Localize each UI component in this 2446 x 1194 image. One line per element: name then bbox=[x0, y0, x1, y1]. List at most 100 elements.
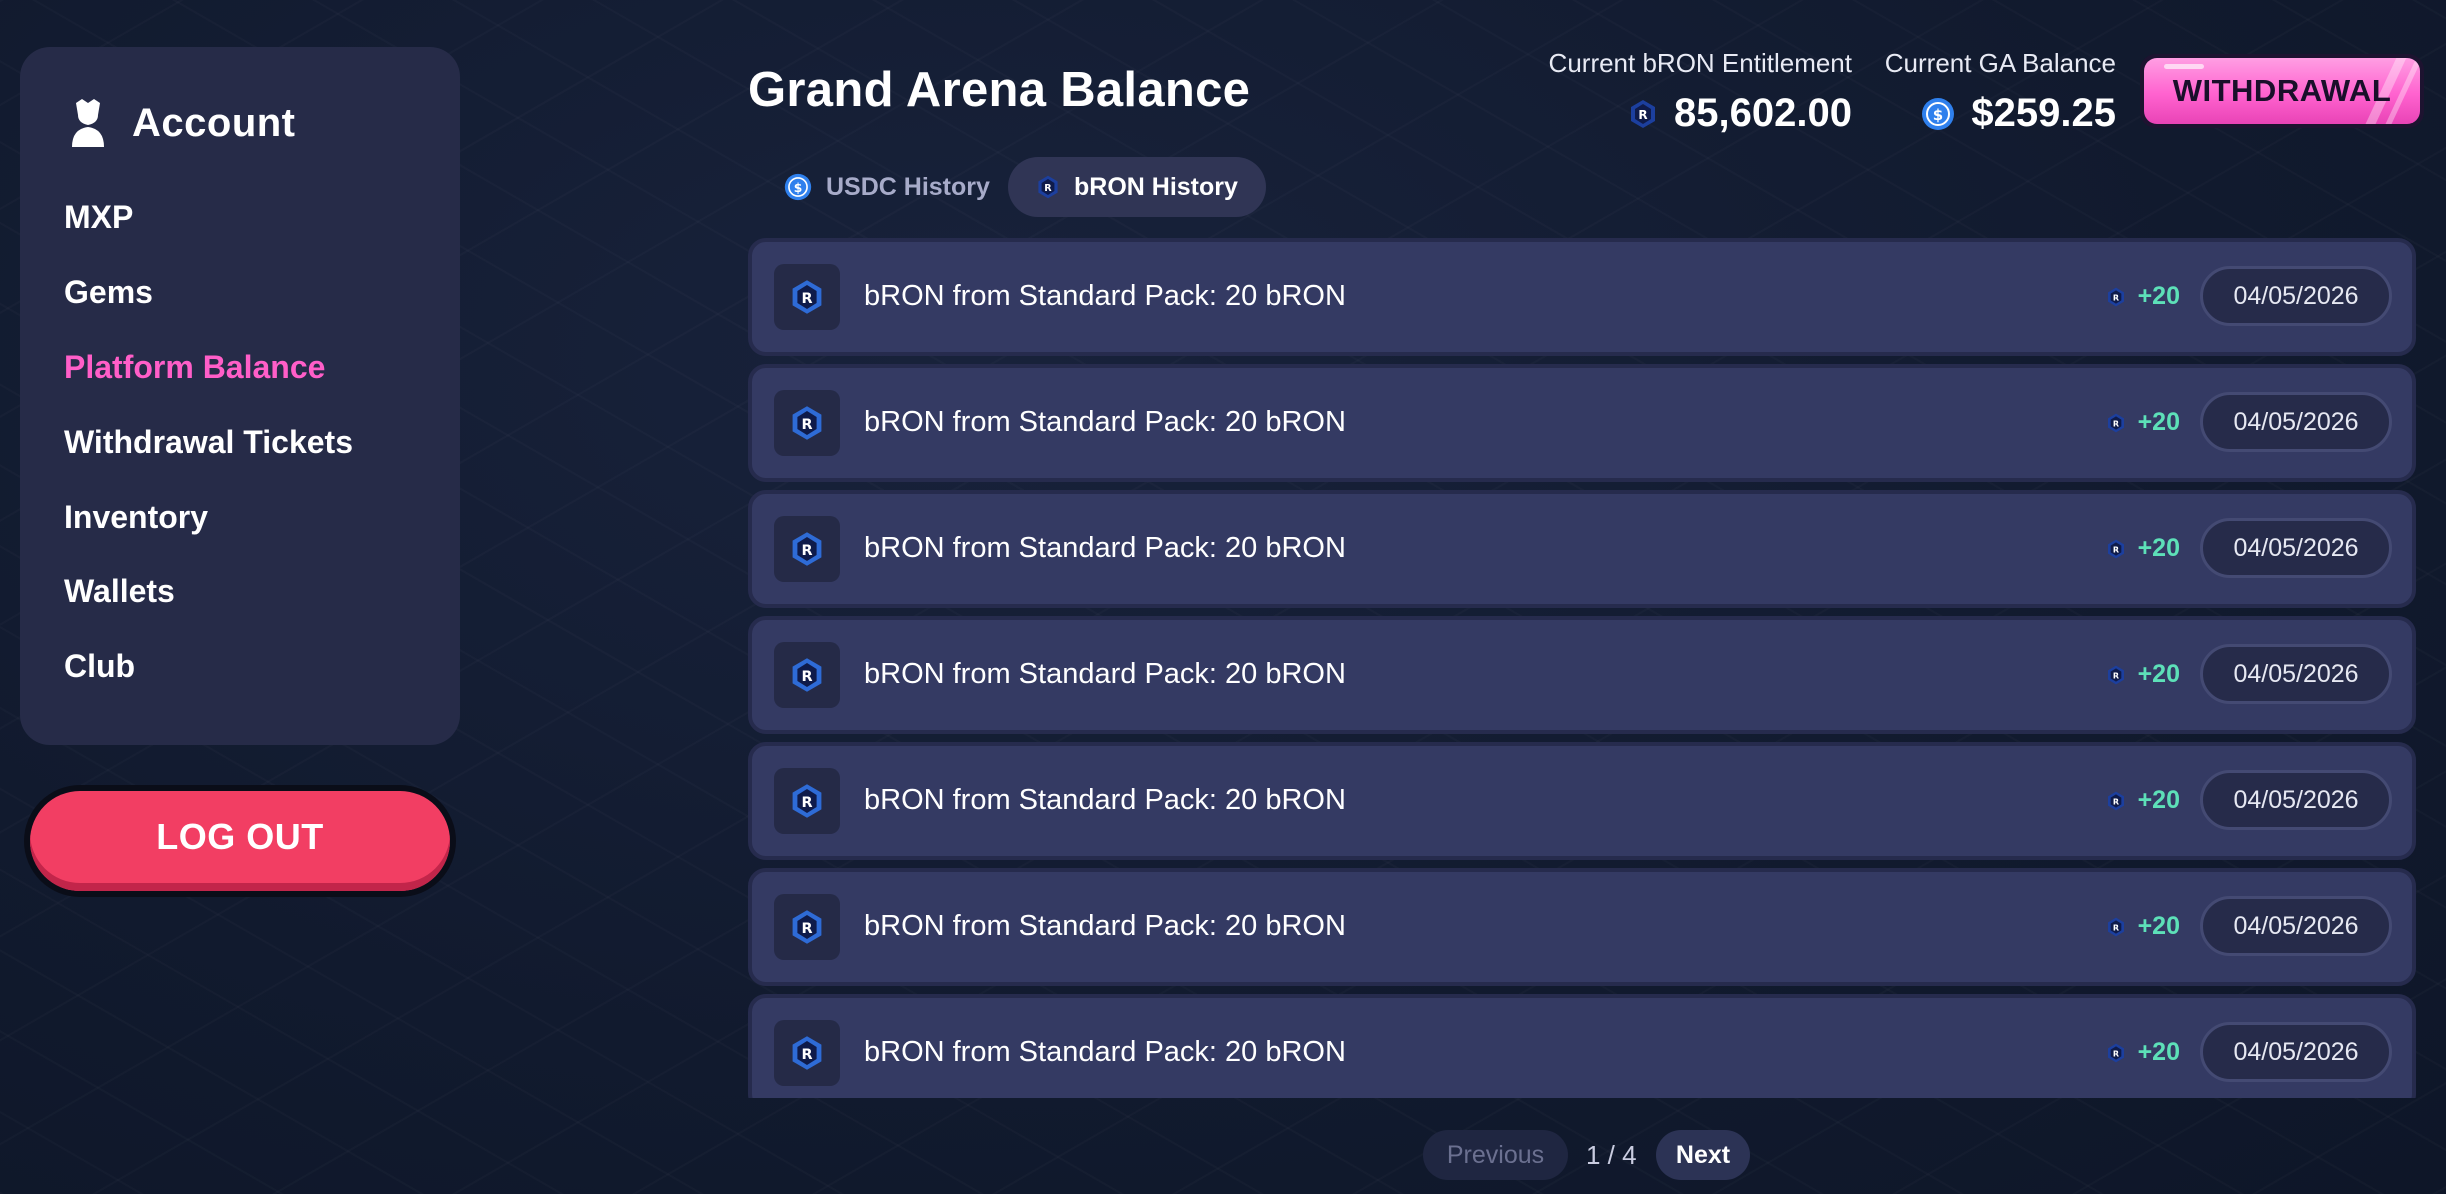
history-row-date: 04/05/2026 bbox=[2200, 896, 2392, 956]
usdc-coin-icon: $ bbox=[1922, 97, 1955, 130]
bron-token-icon: R bbox=[2107, 413, 2124, 432]
history-row: R bRON from Standard Pack: 20 bRON R +20… bbox=[748, 994, 2416, 1098]
tab-bron-history[interactable]: R bRON History bbox=[1008, 157, 1266, 217]
svg-text:R: R bbox=[801, 1047, 812, 1063]
tab-bron-label: bRON History bbox=[1074, 172, 1238, 201]
svg-text:R: R bbox=[2112, 797, 2118, 806]
history-row-date: 04/05/2026 bbox=[2200, 518, 2392, 578]
row-token-badge: R bbox=[774, 642, 840, 708]
history-row-date: 04/05/2026 bbox=[2200, 1022, 2392, 1082]
svg-text:R: R bbox=[2112, 671, 2118, 680]
bron-token-icon: R bbox=[2107, 917, 2124, 936]
bron-token-icon: R bbox=[792, 1036, 822, 1070]
row-token-badge: R bbox=[774, 264, 840, 330]
next-page-button[interactable]: Next bbox=[1656, 1130, 1750, 1180]
sidebar-item-inventory[interactable]: Inventory bbox=[64, 499, 208, 536]
tab-usdc-label: USDC History bbox=[826, 172, 990, 201]
history-row-amount: R +20 bbox=[2106, 660, 2180, 689]
bron-token-icon: R bbox=[792, 658, 822, 692]
svg-text:$: $ bbox=[794, 181, 803, 195]
row-token-badge: R bbox=[774, 894, 840, 960]
history-row-date: 04/05/2026 bbox=[2200, 266, 2392, 326]
account-sidebar: Account MXP Gems Platform Balance Withdr… bbox=[20, 47, 460, 745]
bron-token-icon: R bbox=[792, 280, 822, 314]
history-row-date: 04/05/2026 bbox=[2200, 770, 2392, 830]
history-row: R bRON from Standard Pack: 20 bRON R +20… bbox=[748, 490, 2416, 608]
svg-text:R: R bbox=[2112, 419, 2118, 428]
bron-token-icon: R bbox=[1631, 99, 1656, 128]
history-row-amount: R +20 bbox=[2106, 912, 2180, 941]
history-row: R bRON from Standard Pack: 20 bRON R +20… bbox=[748, 238, 2416, 356]
history-row-description: bRON from Standard Pack: 20 bRON bbox=[864, 532, 1346, 564]
bron-history-list[interactable]: R bRON from Standard Pack: 20 bRON R +20… bbox=[748, 238, 2416, 1098]
sidebar-header: Account bbox=[68, 97, 296, 149]
bron-entitlement-label: Current bRON Entitlement bbox=[1548, 48, 1852, 78]
history-row-description: bRON from Standard Pack: 20 bRON bbox=[864, 910, 1346, 942]
ga-balance-value: $259.25 bbox=[1971, 91, 2116, 135]
svg-text:R: R bbox=[1044, 183, 1052, 194]
history-row-amount-value: +20 bbox=[2137, 660, 2180, 688]
history-row-description: bRON from Standard Pack: 20 bRON bbox=[864, 1036, 1346, 1068]
history-row-amount: R +20 bbox=[2106, 1038, 2180, 1067]
withdrawal-label: WITHDRAWAL bbox=[2172, 73, 2392, 108]
bron-token-icon: R bbox=[2107, 1043, 2124, 1062]
tab-usdc-history[interactable]: $ USDC History bbox=[756, 157, 1018, 217]
sidebar-item-gems[interactable]: Gems bbox=[64, 274, 153, 311]
svg-text:R: R bbox=[1638, 108, 1647, 122]
history-row-amount-value: +20 bbox=[2137, 786, 2180, 814]
svg-text:R: R bbox=[2112, 545, 2118, 554]
svg-text:R: R bbox=[801, 669, 812, 685]
history-row-description: bRON from Standard Pack: 20 bRON bbox=[864, 784, 1346, 816]
bron-token-icon: R bbox=[792, 532, 822, 566]
svg-text:R: R bbox=[801, 795, 812, 811]
bron-entitlement-stat: Current bRON Entitlement R 85,602.00 bbox=[1549, 48, 1852, 136]
sidebar-item-platform-balance[interactable]: Platform Balance bbox=[64, 349, 325, 386]
history-row-amount: R +20 bbox=[2106, 282, 2180, 311]
history-row-amount-value: +20 bbox=[2137, 912, 2180, 940]
history-row: R bRON from Standard Pack: 20 bRON R +20… bbox=[748, 742, 2416, 860]
withdrawal-button[interactable]: WITHDRAWAL bbox=[2140, 54, 2424, 128]
previous-page-button[interactable]: Previous bbox=[1423, 1130, 1568, 1180]
usdc-coin-icon: $ bbox=[784, 173, 812, 201]
row-token-badge: R bbox=[774, 1020, 840, 1086]
sidebar-title: Account bbox=[132, 100, 296, 145]
bron-token-icon: R bbox=[1038, 175, 1058, 199]
history-row-amount: R +20 bbox=[2106, 408, 2180, 437]
bron-token-icon: R bbox=[2107, 287, 2124, 306]
ga-balance-label: Current GA Balance bbox=[1884, 48, 2116, 78]
logout-button[interactable]: LOG OUT bbox=[24, 785, 456, 897]
history-row-description: bRON from Standard Pack: 20 bRON bbox=[864, 406, 1346, 438]
ga-balance-stat: Current GA Balance $ $259.25 bbox=[1885, 48, 2116, 136]
history-row: R bRON from Standard Pack: 20 bRON R +20… bbox=[748, 616, 2416, 734]
bron-token-icon: R bbox=[792, 910, 822, 944]
bron-entitlement-value: 85,602.00 bbox=[1674, 91, 1852, 135]
logout-label: LOG OUT bbox=[30, 791, 450, 891]
account-icon bbox=[72, 99, 104, 147]
page-indicator: 1 / 4 bbox=[1586, 1140, 1637, 1170]
svg-text:$: $ bbox=[1933, 106, 1943, 124]
svg-text:R: R bbox=[801, 543, 812, 559]
history-row: R bRON from Standard Pack: 20 bRON R +20… bbox=[748, 868, 2416, 986]
history-row-amount-value: +20 bbox=[2137, 1038, 2180, 1066]
history-row-amount: R +20 bbox=[2106, 786, 2180, 815]
sidebar-item-mxp[interactable]: MXP bbox=[64, 199, 133, 236]
history-row-amount-value: +20 bbox=[2137, 408, 2180, 436]
bron-token-icon: R bbox=[792, 406, 822, 440]
bron-token-icon: R bbox=[2107, 791, 2124, 810]
sidebar-item-wallets[interactable]: Wallets bbox=[64, 573, 175, 610]
history-row-description: bRON from Standard Pack: 20 bRON bbox=[864, 658, 1346, 690]
page-title: Grand Arena Balance bbox=[748, 63, 1251, 117]
svg-text:R: R bbox=[801, 921, 812, 937]
svg-text:R: R bbox=[2112, 293, 2118, 302]
history-row: R bRON from Standard Pack: 20 bRON R +20… bbox=[748, 364, 2416, 482]
bron-token-icon: R bbox=[2107, 539, 2124, 558]
history-row-description: bRON from Standard Pack: 20 bRON bbox=[864, 280, 1346, 312]
sidebar-item-withdrawal-tickets[interactable]: Withdrawal Tickets bbox=[64, 424, 353, 461]
history-row-date: 04/05/2026 bbox=[2200, 392, 2392, 452]
sidebar-item-club[interactable]: Club bbox=[64, 648, 135, 685]
row-token-badge: R bbox=[774, 390, 840, 456]
row-token-badge: R bbox=[774, 516, 840, 582]
history-row-amount-value: +20 bbox=[2137, 282, 2180, 310]
history-row-date: 04/05/2026 bbox=[2200, 644, 2392, 704]
bron-token-icon: R bbox=[792, 784, 822, 818]
